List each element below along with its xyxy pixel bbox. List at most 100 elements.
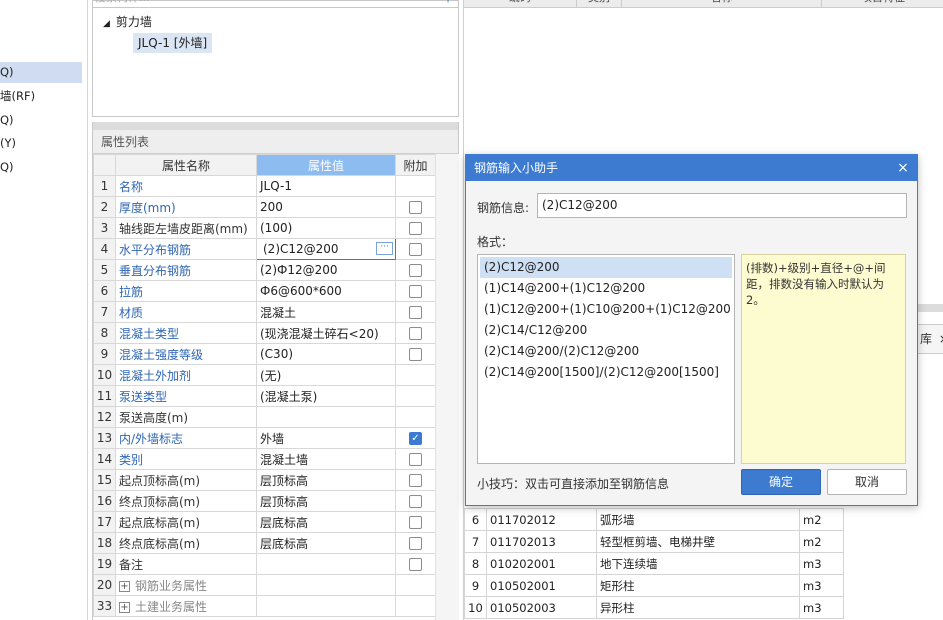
extra-checkbox[interactable] bbox=[409, 222, 422, 235]
close-icon[interactable]: × bbox=[939, 332, 943, 346]
close-icon[interactable]: × bbox=[895, 155, 911, 181]
panel-splitter[interactable] bbox=[916, 304, 943, 312]
attribute-row[interactable]: 9 混凝土强度等级 (C30) bbox=[93, 343, 436, 365]
attribute-row[interactable]: 1 名称 JLQ-1 bbox=[93, 175, 436, 197]
extra-checkbox[interactable] bbox=[409, 474, 422, 487]
attr-value-editor[interactable]: (2)C12@200 ··· bbox=[256, 238, 396, 260]
ok-button[interactable]: 确定 bbox=[741, 469, 821, 495]
format-option[interactable]: (2)C14/C12@200 bbox=[480, 320, 732, 341]
tree-item[interactable]: (Y) bbox=[0, 133, 82, 154]
attribute-row[interactable]: 13 内/外墙标志 外墙 ✓ bbox=[93, 427, 436, 449]
header-attr-value[interactable]: 属性值 bbox=[256, 154, 396, 176]
format-option[interactable]: (1)C12@200+(1)C10@200+(1)C12@200 bbox=[480, 299, 732, 320]
attr-value-cell[interactable]: (2)Ф12@200 bbox=[256, 259, 396, 281]
attribute-row[interactable]: 16 终点顶标高(m) 层顶标高 bbox=[93, 490, 436, 512]
header-name[interactable]: 名称 bbox=[622, 0, 822, 8]
attribute-row[interactable]: 15 起点顶标高(m) 层顶标高 bbox=[93, 469, 436, 491]
extra-checkbox[interactable] bbox=[409, 327, 422, 340]
attr-value-cell[interactable]: 200 bbox=[256, 196, 396, 218]
attr-value-cell[interactable] bbox=[256, 574, 396, 596]
attribute-row[interactable]: 18 终点底标高(m) 层底标高 bbox=[93, 532, 436, 554]
attribute-row[interactable]: 8 混凝土类型 (现浇混凝土碎石<20) bbox=[93, 322, 436, 344]
expand-icon[interactable]: + bbox=[119, 601, 130, 613]
attribute-row[interactable]: 2 厚度(mm) 200 bbox=[93, 196, 436, 218]
attr-value-cell[interactable]: (无) bbox=[256, 364, 396, 386]
format-option[interactable]: (2)C14@200[1500]/(2)C12@200[1500] bbox=[480, 362, 732, 383]
table-row[interactable]: 8 010202001 地下连续墙 m3 bbox=[464, 552, 844, 575]
ellipsis-button[interactable]: ··· bbox=[376, 242, 393, 255]
rebar-info-input[interactable]: (2)C12@200 bbox=[537, 193, 907, 218]
attr-value-cell[interactable]: (100) bbox=[256, 217, 396, 239]
attr-value-cell[interactable]: (C30) bbox=[256, 343, 396, 365]
scrollbar[interactable] bbox=[435, 154, 459, 620]
format-option[interactable]: (2)C14@200/(2)C12@200 bbox=[480, 341, 732, 362]
attr-value-cell[interactable]: 混凝土 bbox=[256, 301, 396, 323]
extra-checkbox[interactable] bbox=[409, 264, 422, 277]
tree-node-jlq-1[interactable]: JLQ-1 [外墙] bbox=[133, 33, 213, 53]
header-attr-name[interactable]: 属性名称 bbox=[115, 154, 257, 176]
attribute-row[interactable]: 33 + 土建业务属性 bbox=[93, 595, 436, 617]
tree-node-shear-wall[interactable]: ◢ 剪力墙 bbox=[103, 13, 152, 31]
format-option[interactable]: (1)C14@200+(1)C12@200 bbox=[480, 278, 732, 299]
extra-checkbox[interactable]: ✓ bbox=[409, 432, 422, 445]
attr-value-cell[interactable]: 层顶标高 bbox=[256, 469, 396, 491]
attr-value-cell[interactable]: 混凝土墙 bbox=[256, 448, 396, 470]
tree-item[interactable]: Q) bbox=[0, 62, 82, 83]
library-tab[interactable]: 库 × bbox=[916, 324, 943, 354]
panel-splitter[interactable] bbox=[93, 122, 458, 130]
format-list[interactable]: (2)C12@200 (1)C14@200+(1)C12@200 (1)C12@… bbox=[477, 254, 735, 464]
attr-value-cell[interactable]: 层底标高 bbox=[256, 532, 396, 554]
attr-value-cell[interactable]: JLQ-1 bbox=[256, 175, 396, 197]
table-row[interactable]: 10 010502003 异形柱 m3 bbox=[464, 596, 844, 619]
attr-value-cell[interactable]: 外墙 bbox=[256, 427, 396, 449]
attr-value-cell[interactable]: (混凝土泵) bbox=[256, 385, 396, 407]
attribute-row[interactable]: 5 垂直分布钢筋 (2)Ф12@200 bbox=[93, 259, 436, 281]
extra-checkbox[interactable] bbox=[409, 453, 422, 466]
extra-checkbox[interactable] bbox=[409, 243, 422, 256]
attribute-row[interactable]: 10 混凝土外加剂 (无) bbox=[93, 364, 436, 386]
collapse-triangle-icon[interactable]: ◢ bbox=[103, 19, 110, 29]
attr-value-cell[interactable]: 层顶标高 bbox=[256, 490, 396, 512]
table-row[interactable]: 7 011702013 轻型框剪墙、电梯井壁 m2 bbox=[464, 530, 844, 553]
attr-value-cell[interactable]: (现浇混凝土碎石<20) bbox=[256, 322, 396, 344]
attribute-row[interactable]: 14 类别 混凝土墙 bbox=[93, 448, 436, 470]
attr-value-cell[interactable] bbox=[256, 406, 396, 428]
search-icon[interactable]: ⚲ bbox=[444, 0, 452, 3]
attribute-row[interactable]: 4 水平分布钢筋 (2)C12@200 ··· bbox=[93, 238, 436, 260]
dialog-title[interactable]: 钢筋输入小助手 bbox=[466, 155, 917, 181]
extra-checkbox[interactable] bbox=[409, 516, 422, 529]
attribute-row[interactable]: 12 泵送高度(m) bbox=[93, 406, 436, 428]
extra-checkbox[interactable] bbox=[409, 537, 422, 550]
attr-value-cell[interactable]: 层底标高 bbox=[256, 511, 396, 533]
attr-value-cell[interactable]: Ф6@600*600 bbox=[256, 280, 396, 302]
extra-checkbox[interactable] bbox=[409, 558, 422, 571]
cancel-button[interactable]: 取消 bbox=[827, 469, 907, 495]
extra-checkbox[interactable] bbox=[409, 201, 422, 214]
attribute-row[interactable]: 19 备注 bbox=[93, 553, 436, 575]
tree-item[interactable]: Q) bbox=[0, 110, 82, 131]
header-code[interactable]: 编码 bbox=[464, 0, 577, 8]
header-category[interactable]: 类别 bbox=[577, 0, 622, 8]
extra-checkbox[interactable] bbox=[409, 348, 422, 361]
search-input[interactable]: 搜索构件... bbox=[93, 0, 459, 8]
tree-item[interactable]: Q) bbox=[0, 157, 82, 178]
tree-item[interactable]: 墙(RF) bbox=[0, 86, 82, 107]
attr-value-cell[interactable] bbox=[256, 553, 396, 575]
header-features[interactable]: 项目特征 bbox=[822, 0, 943, 8]
attribute-row[interactable]: 6 拉筋 Ф6@600*600 bbox=[93, 280, 436, 302]
attribute-row[interactable]: 11 泵送类型 (混凝土泵) bbox=[93, 385, 436, 407]
table-row[interactable]: 6 011702012 弧形墙 m2 bbox=[464, 508, 844, 531]
header-extra[interactable]: 附加 bbox=[395, 154, 436, 176]
extra-checkbox[interactable] bbox=[409, 495, 422, 508]
extra-checkbox[interactable] bbox=[409, 306, 422, 319]
attribute-row[interactable]: 20 + 钢筋业务属性 bbox=[93, 574, 436, 596]
attribute-row[interactable]: 7 材质 混凝土 bbox=[93, 301, 436, 323]
expand-icon[interactable]: + bbox=[119, 580, 130, 592]
extra-checkbox[interactable] bbox=[409, 285, 422, 298]
attribute-row[interactable]: 3 轴线距左墙皮距离(mm) (100) bbox=[93, 217, 436, 239]
attr-value-text: Ф6@600*600 bbox=[260, 284, 342, 298]
format-option[interactable]: (2)C12@200 bbox=[480, 257, 732, 278]
attr-value-cell[interactable] bbox=[256, 595, 396, 617]
table-row[interactable]: 9 010502001 矩形柱 m3 bbox=[464, 574, 844, 597]
attribute-row[interactable]: 17 起点底标高(m) 层底标高 bbox=[93, 511, 436, 533]
